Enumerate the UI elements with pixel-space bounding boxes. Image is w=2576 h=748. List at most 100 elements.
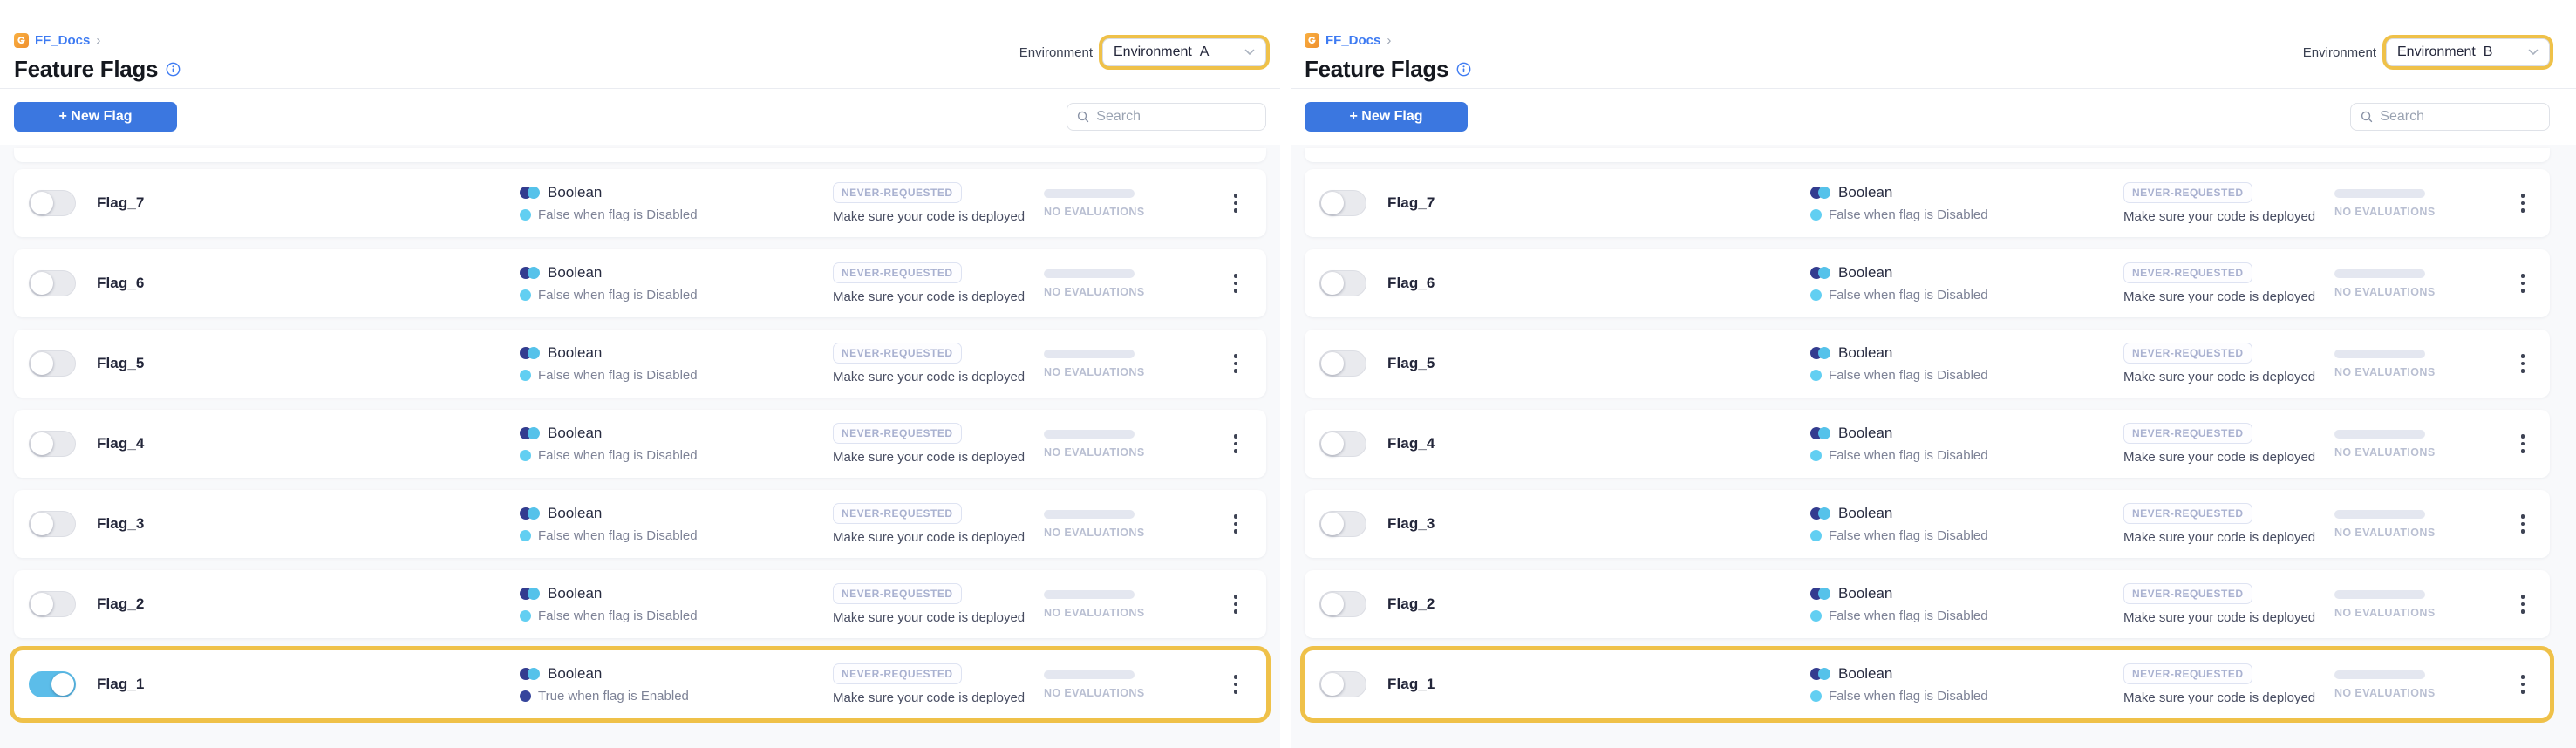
flag-toggle[interactable] — [29, 431, 76, 457]
boolean-type-icon — [520, 507, 541, 520]
flag-state-dot-icon — [520, 450, 531, 461]
status-badge: NEVER-REQUESTED — [2123, 663, 2252, 684]
search-icon — [2361, 110, 2373, 124]
evaluations-bar — [2334, 430, 2425, 439]
evaluations-label: NO EVALUATIONS — [2334, 527, 2496, 539]
flag-name: Flag_1 — [97, 676, 144, 693]
flag-toggle[interactable] — [29, 591, 76, 617]
kebab-menu-icon[interactable] — [2516, 589, 2531, 619]
kebab-menu-icon[interactable] — [2516, 670, 2531, 699]
status-hint: Make sure your code is deployed — [2123, 370, 2334, 384]
breadcrumb-project-link[interactable]: FF_Docs — [35, 33, 90, 48]
flag-row[interactable]: Flag_6 Boolean False when flag is Disabl… — [14, 249, 1266, 317]
flag-row[interactable]: Flag_4 Boolean False when flag is Disabl… — [1305, 410, 2550, 478]
boolean-type-icon — [1810, 187, 1831, 199]
environment-label: Environment — [2303, 45, 2376, 60]
flag-toggle[interactable] — [29, 511, 76, 537]
new-flag-button[interactable]: + New Flag — [1305, 102, 1468, 132]
status-hint: Make sure your code is deployed — [833, 450, 1044, 465]
flag-toggle[interactable] — [1319, 671, 1366, 697]
search-input[interactable] — [2380, 109, 2539, 125]
flag-row[interactable]: Flag_5 Boolean False when flag is Disabl… — [14, 330, 1266, 398]
info-icon[interactable] — [1456, 62, 1471, 77]
flag-row[interactable]: Flag_7 Boolean False when flag is Disabl… — [1305, 169, 2550, 237]
boolean-type-icon — [1810, 507, 1831, 520]
toggle-knob — [1321, 593, 1344, 615]
flag-row[interactable]: Flag_2 Boolean False when flag is Disabl… — [1305, 570, 2550, 638]
kebab-menu-icon[interactable] — [2516, 188, 2531, 218]
kebab-menu-icon[interactable] — [1229, 509, 1244, 539]
status-badge: NEVER-REQUESTED — [833, 583, 962, 604]
flag-state-dot-icon — [1810, 209, 1822, 221]
boolean-type-icon — [1810, 347, 1831, 359]
flag-toggle[interactable] — [1319, 350, 1366, 377]
flag-toggle[interactable] — [1319, 190, 1366, 216]
kebab-menu-icon[interactable] — [1229, 269, 1244, 298]
flag-type: Boolean — [1838, 665, 1892, 683]
toggle-knob — [31, 192, 53, 214]
evaluations-bar — [2334, 189, 2425, 198]
status-hint: Make sure your code is deployed — [2123, 450, 2334, 465]
flag-row[interactable]: Flag_1 Boolean False when flag is Disabl… — [1305, 650, 2550, 718]
info-icon[interactable] — [166, 62, 181, 77]
flag-toggle[interactable] — [1319, 591, 1366, 617]
kebab-menu-icon[interactable] — [2516, 349, 2531, 378]
evaluations-bar — [1044, 430, 1135, 439]
evaluations-label: NO EVALUATIONS — [2334, 446, 2496, 459]
toggle-knob — [1321, 352, 1344, 375]
flag-type: Boolean — [548, 344, 602, 362]
flag-state-dot-icon — [520, 530, 531, 541]
search-input[interactable] — [1096, 109, 1256, 125]
flag-row[interactable]: Flag_1 Boolean True when flag is Enabled — [14, 650, 1266, 718]
flag-row[interactable]: Flag_2 Boolean False when flag is Disabl… — [14, 570, 1266, 638]
flag-toggle[interactable] — [29, 350, 76, 377]
flag-toggle[interactable] — [29, 270, 76, 296]
flag-state-text: True when flag is Enabled — [538, 689, 689, 704]
flag-state-dot-icon — [1810, 370, 1822, 381]
kebab-menu-icon[interactable] — [2516, 269, 2531, 298]
kebab-menu-icon[interactable] — [1229, 188, 1244, 218]
flag-toggle[interactable] — [29, 671, 76, 697]
flag-type: Boolean — [1838, 505, 1892, 522]
kebab-menu-icon[interactable] — [1229, 589, 1244, 619]
flag-row[interactable]: Flag_5 Boolean False when flag is Disabl… — [1305, 330, 2550, 398]
evaluations-label: NO EVALUATIONS — [1044, 446, 1205, 459]
breadcrumb-project-link[interactable]: FF_Docs — [1325, 33, 1380, 48]
partial-row — [1305, 148, 2550, 162]
flag-state-dot-icon — [1810, 610, 1822, 622]
flag-state-text: False when flag is Disabled — [538, 368, 698, 383]
status-badge: NEVER-REQUESTED — [2123, 262, 2252, 283]
new-flag-button[interactable]: + New Flag — [14, 102, 177, 132]
flag-row[interactable]: Flag_3 Boolean False when flag is Disabl… — [1305, 490, 2550, 558]
kebab-menu-icon[interactable] — [2516, 429, 2531, 459]
evaluations-bar — [1044, 269, 1135, 278]
environment-select[interactable]: Environment_A — [1102, 38, 1266, 66]
flag-row[interactable]: Flag_7 Boolean False when flag is Disabl… — [14, 169, 1266, 237]
evaluations-bar — [2334, 269, 2425, 278]
flag-state-text: False when flag is Disabled — [1829, 448, 1988, 463]
flag-toggle[interactable] — [1319, 511, 1366, 537]
kebab-menu-icon[interactable] — [1229, 670, 1244, 699]
toggle-knob — [31, 272, 53, 295]
environment-select[interactable]: Environment_B — [2386, 38, 2550, 66]
evaluations-label: NO EVALUATIONS — [1044, 366, 1205, 378]
flag-state-text: False when flag is Disabled — [1829, 368, 1988, 383]
status-hint: Make sure your code is deployed — [2123, 289, 2334, 304]
flag-toggle[interactable] — [1319, 270, 1366, 296]
flag-toggle[interactable] — [29, 190, 76, 216]
kebab-menu-icon[interactable] — [1229, 429, 1244, 459]
kebab-menu-icon[interactable] — [2516, 509, 2531, 539]
evaluations-bar — [1044, 510, 1135, 519]
kebab-menu-icon[interactable] — [1229, 349, 1244, 378]
flag-list: Flag_7 Boolean False when flag is Disabl… — [1291, 145, 2576, 748]
toolbar: + New Flag — [1291, 89, 2576, 145]
status-badge: NEVER-REQUESTED — [833, 663, 962, 684]
evaluations-label: NO EVALUATIONS — [2334, 366, 2496, 378]
evaluations-bar — [1044, 670, 1135, 679]
evaluations-bar — [1044, 590, 1135, 599]
status-hint: Make sure your code is deployed — [2123, 530, 2334, 545]
flag-row[interactable]: Flag_3 Boolean False when flag is Disabl… — [14, 490, 1266, 558]
flag-toggle[interactable] — [1319, 431, 1366, 457]
flag-row[interactable]: Flag_6 Boolean False when flag is Disabl… — [1305, 249, 2550, 317]
flag-row[interactable]: Flag_4 Boolean False when flag is Disabl… — [14, 410, 1266, 478]
